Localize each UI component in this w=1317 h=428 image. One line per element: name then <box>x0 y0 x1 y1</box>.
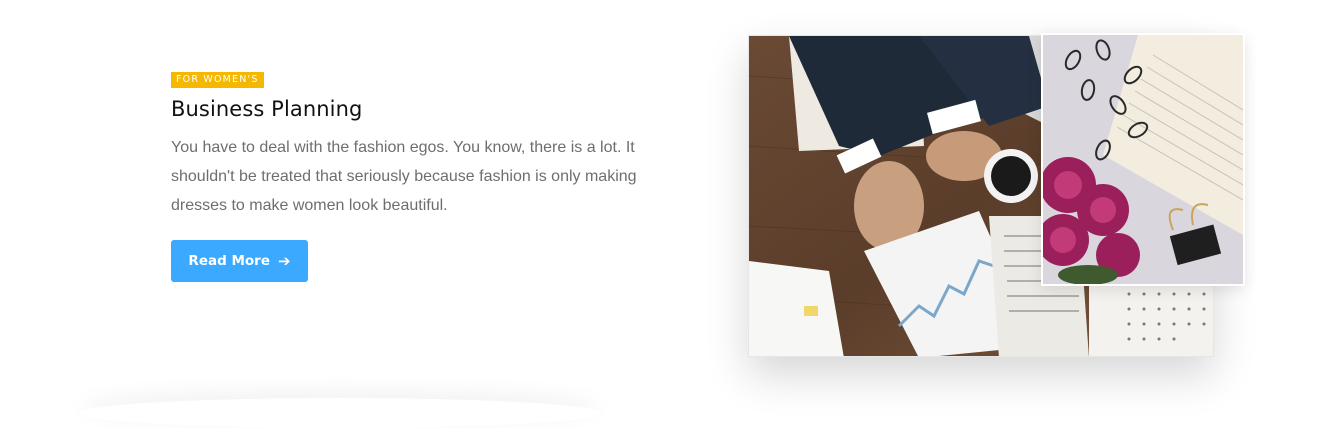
section-divider-shadow <box>80 398 600 428</box>
feature-title: Business Planning <box>171 97 363 121</box>
read-more-button[interactable]: Read More ➔ <box>171 240 308 282</box>
category-badge: FOR WOMEN'S <box>171 72 264 88</box>
feature-description: You have to deal with the fashion egos. … <box>171 139 637 214</box>
feature-text-block: FOR WOMEN'S Business Planning You have t… <box>171 69 651 220</box>
arrow-right-icon: ➔ <box>277 251 291 270</box>
read-more-label: Read More <box>188 253 270 269</box>
flowers-notebook-image <box>1041 33 1245 286</box>
